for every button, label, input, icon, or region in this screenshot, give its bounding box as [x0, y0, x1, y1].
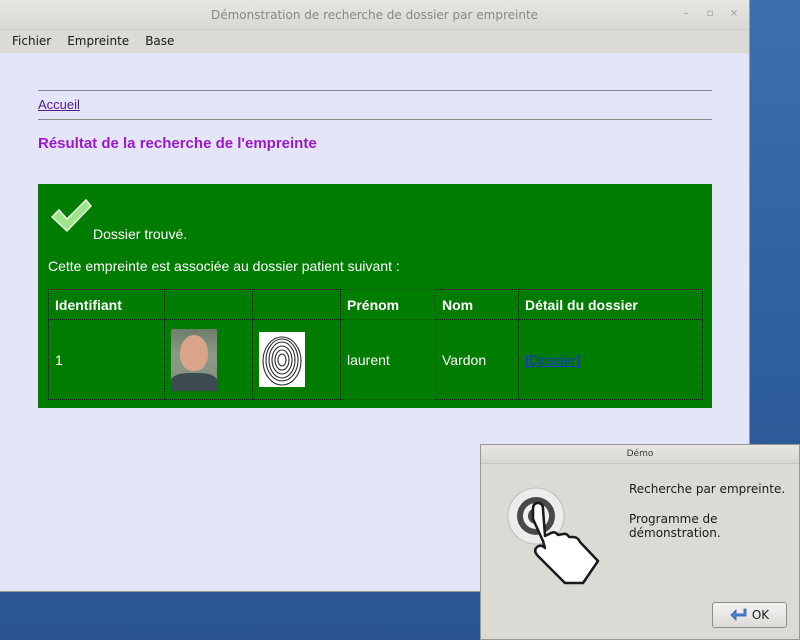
- status-text: Dossier trouvé.: [93, 226, 188, 242]
- dialog-line1: Recherche par empreinte.: [629, 482, 786, 496]
- cell-fingerprint: [252, 319, 341, 400]
- column-header-photo: [164, 289, 253, 320]
- cell-prenom: laurent: [340, 319, 436, 400]
- divider: [38, 119, 712, 120]
- demo-dialog: Démo Recherche par empreinte. Programme …: [480, 444, 800, 640]
- dialog-line2: Programme de démonstration.: [629, 512, 721, 540]
- column-header-identifiant: Identifiant: [48, 289, 165, 320]
- minimize-button[interactable]: –: [681, 8, 691, 19]
- result-panel: Dossier trouvé. Cette empreinte est asso…: [38, 184, 712, 408]
- dossier-link[interactable]: [Dossier]: [525, 352, 580, 368]
- patient-table: Identifiant Prénom Nom Détail du dossier…: [48, 289, 703, 400]
- home-link[interactable]: Accueil: [38, 97, 80, 112]
- menu-empreinte[interactable]: Empreinte: [67, 34, 129, 48]
- menu-bar: Fichier Empreinte Base: [0, 30, 749, 52]
- window-titlebar[interactable]: Démonstration de recherche de dossier pa…: [0, 0, 749, 30]
- divider: [38, 90, 712, 91]
- return-arrow-icon: [730, 608, 747, 621]
- dialog-title[interactable]: Démo: [481, 445, 799, 464]
- column-header-detail: Détail du dossier: [518, 289, 703, 320]
- ok-label: OK: [751, 608, 770, 622]
- fingerprint-image: [259, 332, 305, 387]
- ok-button[interactable]: OK: [712, 602, 787, 628]
- maximize-button[interactable]: ▫: [705, 8, 715, 19]
- window-controls: – ▫ ×: [681, 8, 739, 19]
- checkmark-icon: [50, 198, 92, 233]
- menu-fichier[interactable]: Fichier: [12, 34, 51, 48]
- column-header-prenom: Prénom: [340, 289, 436, 320]
- page-title: Résultat de la recherche de l'empreinte: [38, 135, 317, 152]
- association-message: Cette empreinte est associée au dossier …: [48, 258, 400, 274]
- window-title: Démonstration de recherche de dossier pa…: [210, 7, 539, 22]
- close-button[interactable]: ×: [729, 8, 739, 19]
- table-header-row: Identifiant Prénom Nom Détail du dossier: [48, 289, 703, 320]
- column-header-fingerprint: [252, 289, 341, 320]
- cell-detail: [Dossier]: [518, 319, 703, 400]
- cell-photo: [164, 319, 253, 400]
- cell-nom: Vardon: [435, 319, 519, 400]
- patient-photo: [171, 328, 217, 391]
- touch-icon: [507, 487, 600, 585]
- menu-base[interactable]: Base: [145, 34, 174, 48]
- table-row: 1 laurent Vardon [Dossier]: [48, 319, 703, 400]
- column-header-nom: Nom: [435, 289, 519, 320]
- cell-identifiant: 1: [48, 319, 165, 400]
